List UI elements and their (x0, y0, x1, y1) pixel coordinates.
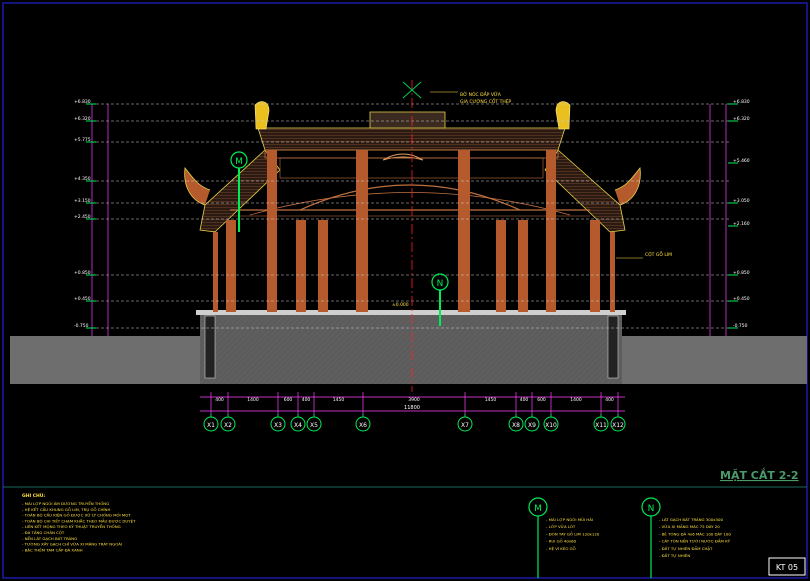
right-callout: CỘT GỖ LIM (645, 250, 672, 258)
legend-m-marker: M (534, 504, 542, 514)
note-line: - TƯỜNG XÂY GẠCH CHỈ VỮA XI MĂNG TRÁT NG… (22, 542, 122, 547)
legend-n-line: - LÁT GẠCH BÁT TRÀNG 300x300 (659, 517, 723, 522)
dim-segment: 3900 (408, 397, 420, 403)
axis-label: X10 (545, 422, 557, 429)
note-line: - MÁI LỢP NGÓI ÂM DƯƠNG TRUYỀN THỐNG (22, 501, 109, 506)
dim-segment: 400 (302, 397, 311, 403)
dim-segment: 1400 (247, 397, 259, 403)
note-line: - LIÊN KẾT MỘNG THEO KỸ THUẬT TRUYỀN THỐ… (22, 523, 121, 529)
sheet-id: KT 05 (776, 563, 798, 572)
legend-m-line: - RUI GỖ 40x60 (546, 539, 577, 544)
legend-n-marker: N (648, 504, 655, 514)
sheet-border (2, 2, 808, 579)
foundation-wall-right (607, 315, 619, 379)
axis-ticks (210, 392, 619, 416)
dim-segment: 600 (537, 397, 546, 403)
dim-segment: 400 (520, 397, 529, 403)
legend-m-line: - LỚP VỮA LÓT (546, 524, 576, 529)
legend-m-block: M - MÁI LỢP NGÓI MŨI HÀI - LỚP VỮA LÓT - Đ… (528, 497, 600, 578)
foundation-hatch (200, 314, 622, 384)
dim-segment: 1400 (570, 397, 582, 403)
legend-n-line: - BÊ TÔNG ĐÁ 4x6 MÁC 100 DÀY 100 (659, 531, 731, 536)
axis-label: X7 (461, 422, 469, 429)
axis-label: X2 (224, 422, 232, 429)
legend-m-line: - HỆ VÌ KÈO GỖ (546, 546, 576, 551)
foundation-wall-left (204, 315, 216, 379)
axis-label: X1 (207, 422, 215, 429)
ground-right (622, 336, 807, 384)
ridge-note-1: BỜ NÓC ĐẮP VỮA (460, 90, 502, 98)
section-drawing: M N +6.830+6.320+5.775+4.350+3.150+2.450… (2, 2, 808, 579)
ground-left (10, 336, 200, 384)
dims-bottom: 400 1400 600 400 1450 3900 1450 400 600 1400 400 (215, 397, 614, 403)
axis-label: X3 (274, 422, 282, 429)
section-title: MẶT CẮT 2-2 (720, 467, 799, 482)
dim-segment: 1450 (485, 397, 497, 403)
axis-label: X12 (612, 422, 624, 429)
note-line: - NỀN LÁT GẠCH BÁT TRÀNG (22, 536, 77, 541)
legend-n-line: - ĐẤT TỰ NHIÊN (659, 553, 690, 558)
level-labels-right: +6.830+6.320+5.460+3.050+2.160+0.850+0.4… (728, 99, 750, 329)
level-labels-left: +6.830+6.320+5.775+4.350+3.150+2.450+0.8… (74, 99, 96, 329)
legend-m-line: - MÁI LỢP NGÓI MŨI HÀI (546, 517, 593, 522)
columns (213, 150, 615, 312)
note-line: - TOÀN BỘ CẤU KIỆN GỖ ĐƯỢC XỬ LÝ CHỐNG M… (22, 513, 131, 518)
axis-label: X5 (310, 422, 318, 429)
notes-list: - MÁI LỢP NGÓI ÂM DƯƠNG TRUYỀN THỐNG- HỆ… (22, 501, 136, 552)
axis-label: X9 (528, 422, 536, 429)
axis-bubbles: X1 X2 X3 X4 X5 X6 X7 X8 X9 X10 X11 X12 (203, 414, 626, 432)
note-line: - BẬC THỀM TAM CẤP ĐÁ XANH (22, 547, 83, 552)
dim-total: 11800 (404, 405, 420, 411)
floor-slab (196, 310, 626, 315)
axis-label: X11 (595, 422, 607, 429)
axis-label: X6 (359, 422, 367, 429)
legend-n-block: N - LÁT GẠCH BÁT TRÀNG 300x300 - VỮA XI M… (641, 497, 731, 578)
axis-label: X4 (294, 422, 302, 429)
dim-segment: 600 (284, 397, 293, 403)
marker-m-label: M (235, 157, 243, 167)
axis-label: X8 (512, 422, 520, 429)
legend-m-line: - ĐÒN TAY GỖ LIM 120x120 (546, 531, 600, 536)
note-line: - ĐÁ TẢNG CHÂN CỘT (22, 530, 65, 535)
dim-segment: 400 (605, 397, 614, 403)
dim-segment: 400 (215, 397, 224, 403)
legend-n-line: - CÁT TÔN NỀN TƯỚI NƯỚC ĐẦM KỸ (659, 539, 731, 544)
marker-n-label: N (437, 279, 444, 289)
floor-label: ±0.000 (392, 302, 409, 308)
legend-n-line: - ĐẤT TỰ NHIÊN ĐẦM CHẶT (659, 546, 713, 551)
dim-segment: 1450 (333, 397, 345, 403)
note-line: - TOÀN BỘ CHI TIẾT CHẠM KHẮC THEO MẪU ĐƯ… (22, 517, 136, 523)
ridge-note-2: GIA CƯỜNG CỐT THÉP (460, 97, 512, 105)
legend-n-line: - VỮA XI MĂNG MÁC 75 DÀY 20 (659, 524, 720, 529)
note-line: - HỆ KẾT CẤU KHUNG GỖ LIM, TRỤ GỖ CHÍNH (22, 506, 110, 512)
notes-heading: GHI CHÚ: (22, 492, 45, 499)
